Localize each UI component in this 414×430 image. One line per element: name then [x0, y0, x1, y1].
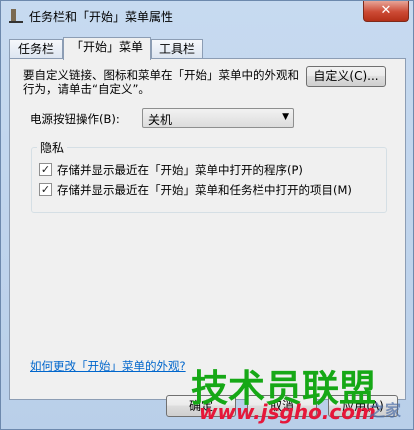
description-text: 要自定义链接、图标和菜单在「开始」菜单中的外观和行为，请单击“自定义”。: [23, 68, 299, 96]
checkmark-icon: ✓: [40, 163, 51, 176]
chevron-down-icon: ▼: [282, 112, 289, 122]
dialog-window: 任务栏和「开始」菜单属性 ✕ 任务栏 「开始」菜单 工具栏 要自定义链接、图标和…: [0, 0, 414, 430]
window-title: 任务栏和「开始」菜单属性: [29, 10, 174, 24]
power-action-value: 关机: [148, 113, 173, 127]
recent-items-label: 存储并显示最近在「开始」菜单和任务栏中打开的项目(M): [57, 183, 352, 197]
tab-start-menu[interactable]: 「开始」菜单: [63, 37, 151, 60]
tab-taskbar[interactable]: 任务栏: [9, 39, 63, 58]
power-button-label: 电源按钮操作(B):: [30, 112, 120, 126]
power-action-dropdown[interactable]: 关机 ▼: [142, 108, 294, 128]
privacy-group-title: 隐私: [37, 139, 68, 156]
recent-items-checkbox[interactable]: ✓: [39, 183, 52, 196]
watermark-url: www.jsgho.com: [199, 400, 376, 424]
recent-programs-checkbox[interactable]: ✓: [39, 163, 52, 176]
watermark-suffix: 之家: [369, 401, 402, 420]
tab-toolbars[interactable]: 工具栏: [151, 39, 203, 58]
help-link[interactable]: 如何更改「开始」菜单的外观?: [30, 358, 186, 374]
recent-programs-label: 存储并显示最近在「开始」菜单中打开的程序(P): [57, 163, 303, 177]
checkmark-icon: ✓: [40, 183, 51, 196]
close-button[interactable]: ✕: [363, 1, 409, 22]
taskbar-properties-icon: [9, 9, 23, 23]
title-bar: 任务栏和「开始」菜单属性 ✕: [1, 1, 413, 31]
privacy-group: [31, 147, 387, 213]
customize-button[interactable]: 自定义(C)...: [306, 66, 386, 87]
